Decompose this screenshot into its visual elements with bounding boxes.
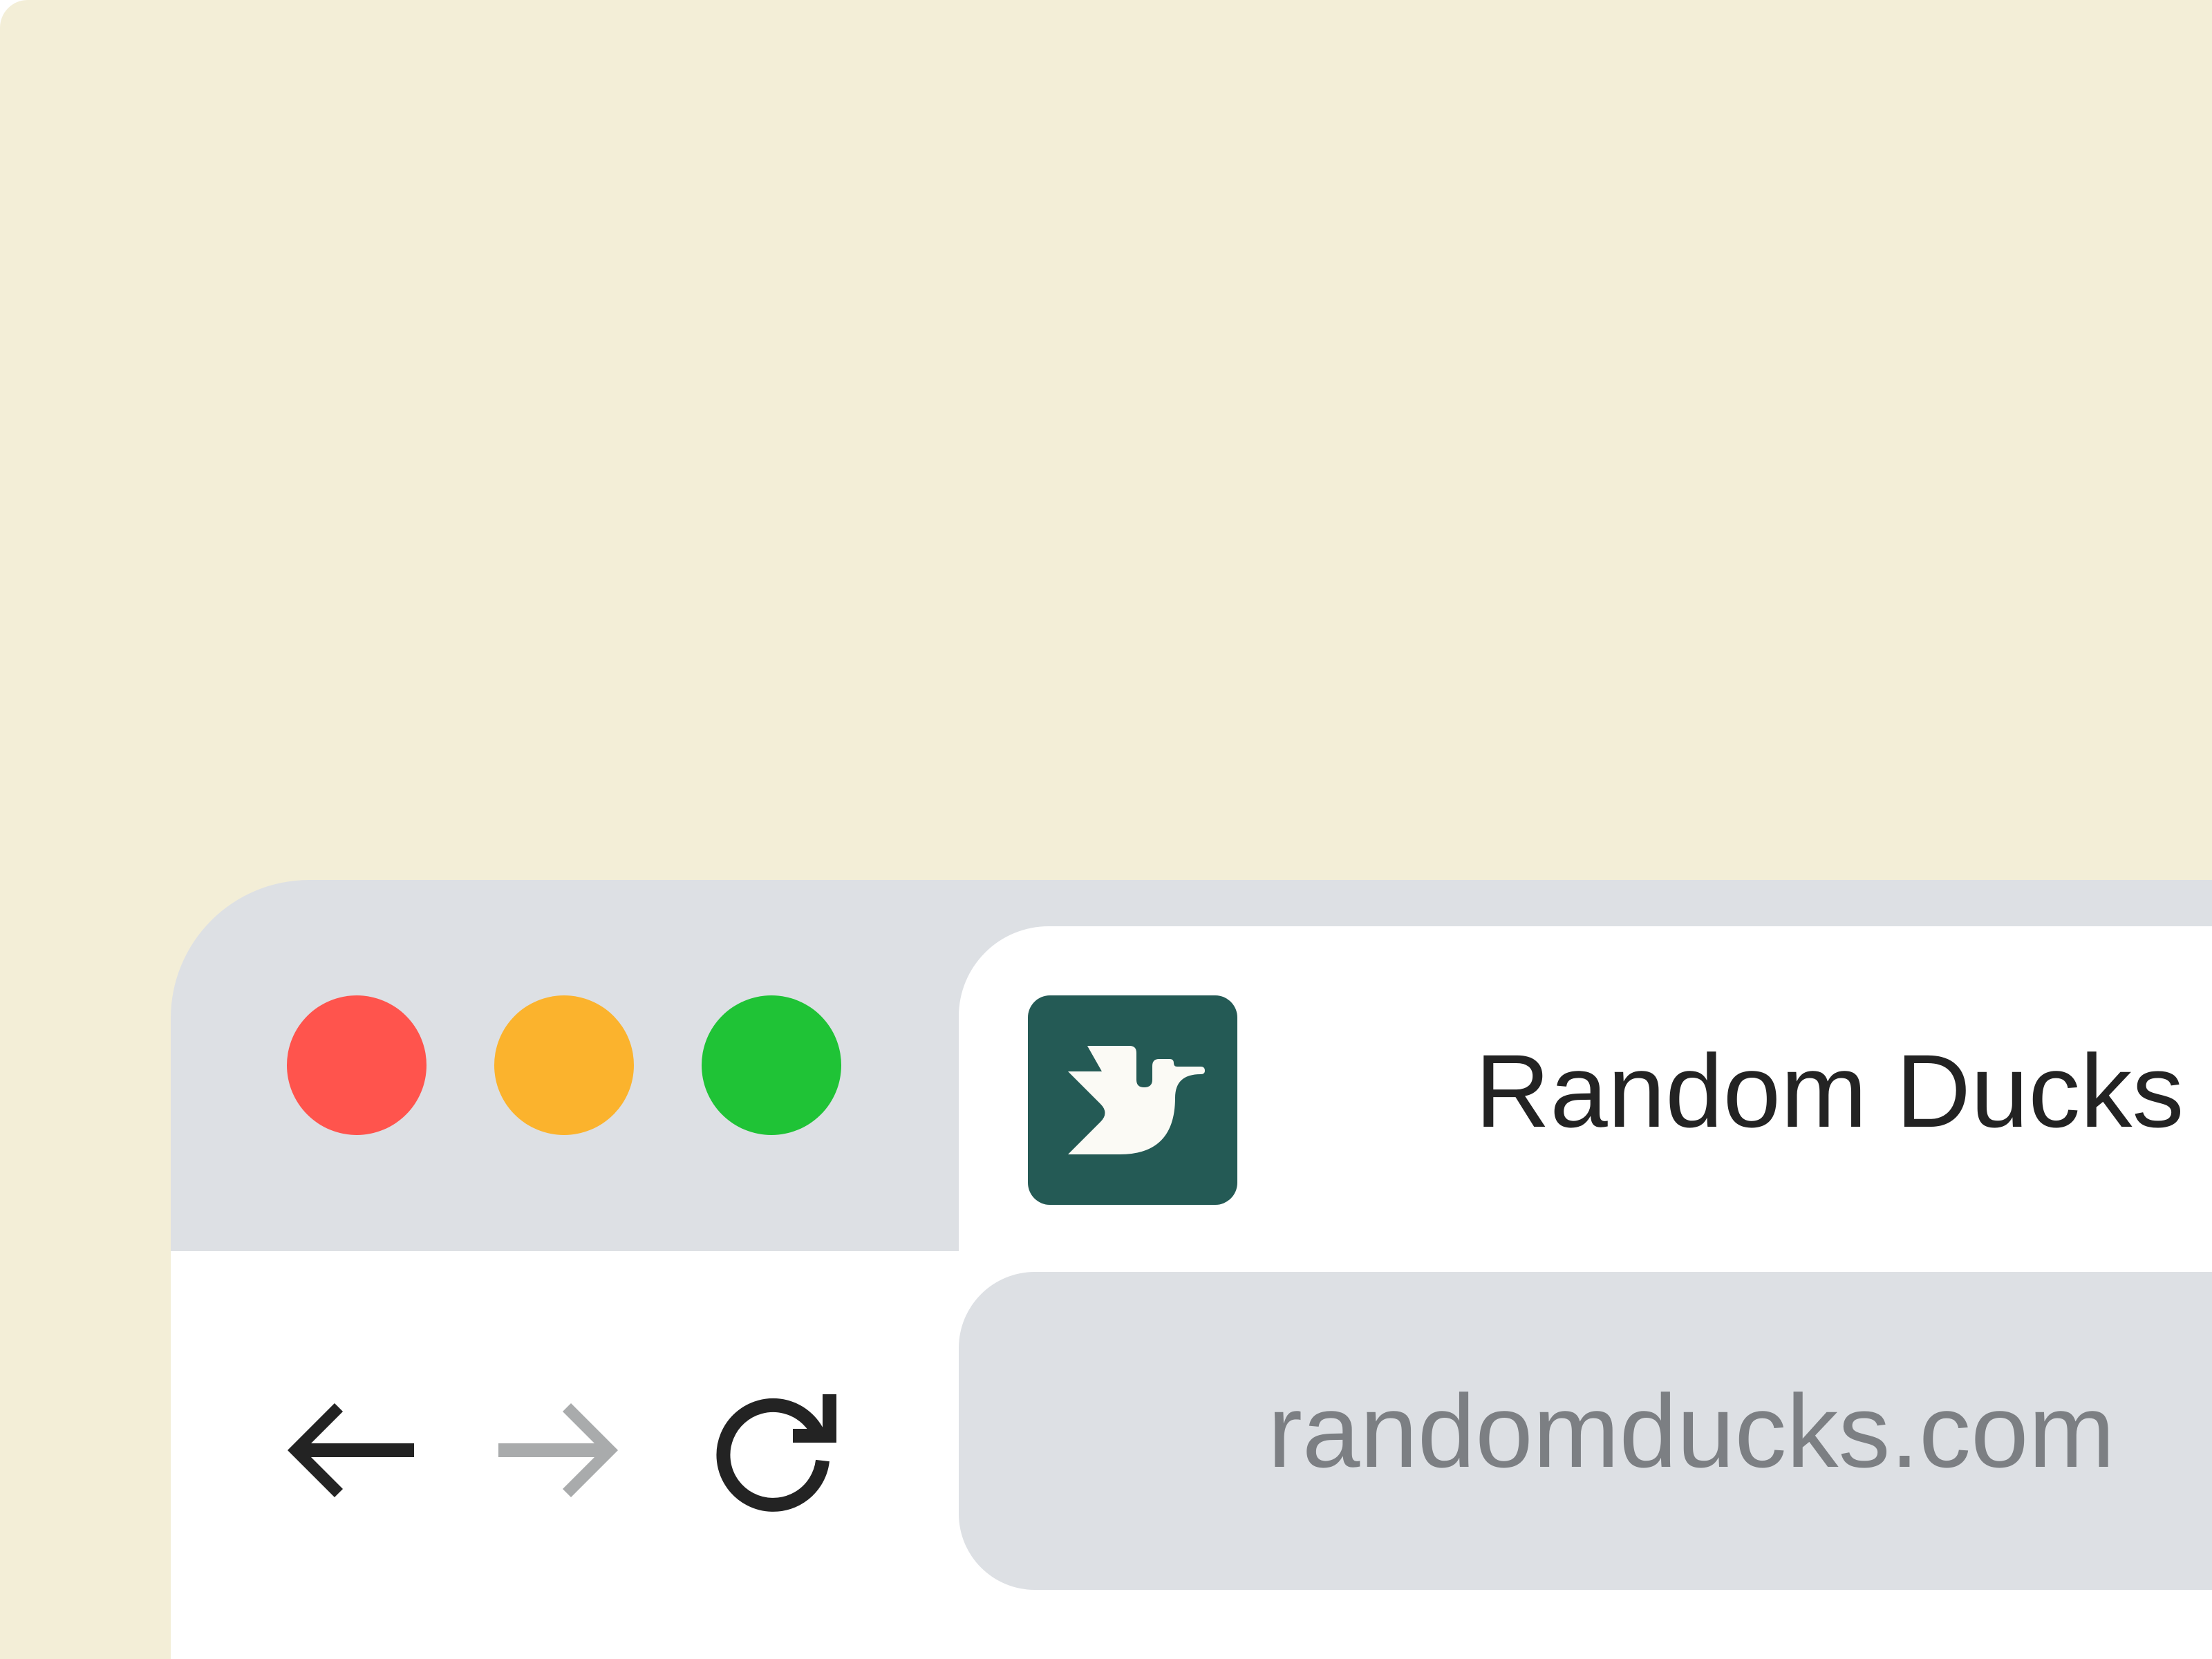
close-window-button[interactable] [287, 995, 427, 1135]
minimize-window-button[interactable] [494, 995, 634, 1135]
reload-icon [716, 1394, 836, 1512]
url-text: randomducks.com [1268, 1373, 2115, 1489]
random-ducks-logo-icon [1068, 1046, 1205, 1154]
arrow-left-icon [287, 1403, 414, 1498]
tab-title: Random Ducks [1475, 1033, 2184, 1149]
forward-button[interactable] [495, 1385, 633, 1523]
browser-window: Random Ducks randomducks.com [171, 880, 2212, 1659]
reload-button[interactable] [710, 1385, 848, 1523]
arrow-right-icon [498, 1403, 619, 1498]
back-button[interactable] [279, 1385, 418, 1523]
tab-favicon [1028, 995, 1237, 1205]
maximize-window-button[interactable] [702, 995, 841, 1135]
